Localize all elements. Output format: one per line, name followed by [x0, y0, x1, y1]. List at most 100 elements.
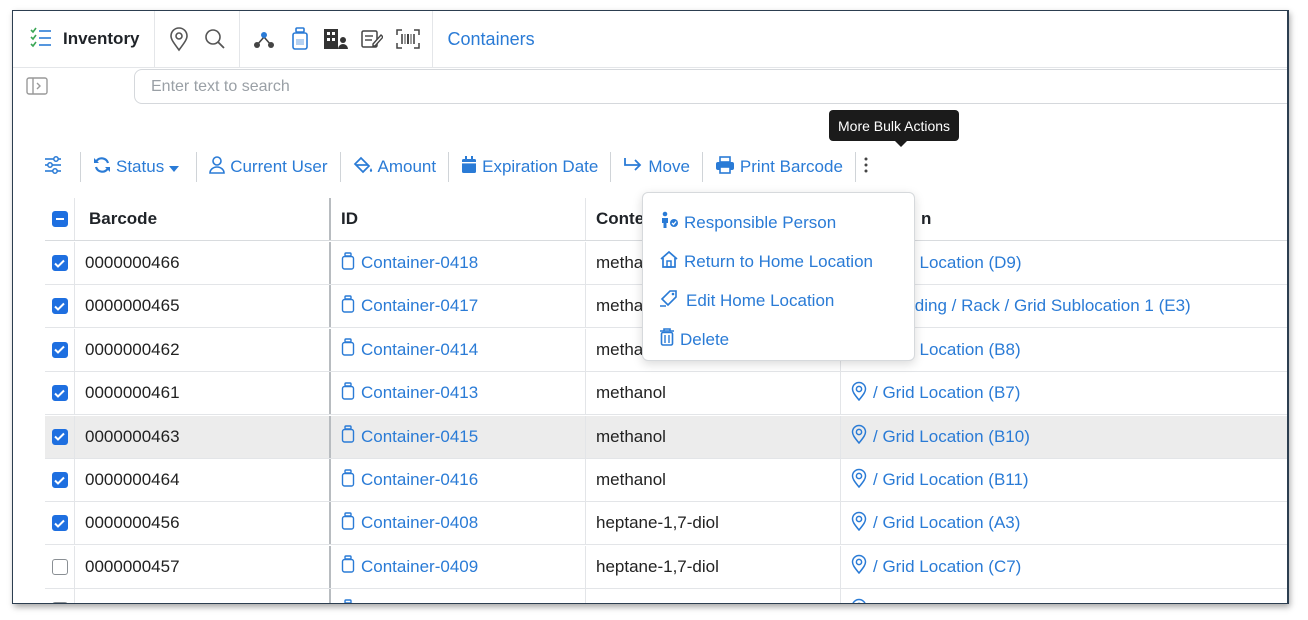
container-icon	[341, 512, 361, 535]
id-cell: Container-0415	[331, 415, 586, 458]
location-cell: / Grid Location (B11)	[841, 459, 1288, 501]
menu-item-responsible-person[interactable]: Responsible Person	[643, 203, 914, 242]
menu-item-edit-home-location[interactable]: Edit Home Location	[643, 281, 914, 320]
row-select-cell	[45, 415, 75, 458]
container-link[interactable]: Container-0416	[341, 468, 478, 492]
molecule-icon[interactable]	[246, 21, 282, 57]
search-icon[interactable]	[197, 21, 233, 57]
nav-entity-group	[240, 11, 433, 67]
row-checkbox[interactable]	[51, 428, 68, 445]
container-icon[interactable]	[282, 21, 318, 57]
container-link[interactable]: Container-0417	[341, 295, 478, 318]
container-icon	[341, 381, 361, 405]
row-select-cell	[45, 372, 75, 415]
amount-button[interactable]: Amount	[341, 151, 449, 183]
barcode-cell: 0000000462	[75, 328, 331, 371]
location-link[interactable]: / Grid Location (C7)	[851, 554, 1021, 579]
location-link[interactable]: l Location (B8)	[911, 340, 1021, 360]
table-row[interactable]: 0000000456 Container-0408 heptane-1,7-diol…	[45, 502, 1288, 546]
status-dropdown-button[interactable]: Status	[81, 151, 196, 183]
table-row[interactable]: 0000000461 Container-0413 methanol / Grid L…	[45, 372, 1288, 416]
barcode-cell: 0000000464	[75, 459, 331, 501]
container-icon	[341, 598, 361, 603]
location-pin-icon	[851, 598, 873, 603]
row-checkbox[interactable]	[51, 341, 68, 358]
id-cell: Container-0413	[331, 372, 586, 415]
location-link[interactable]: / Grid Location (B7)	[851, 381, 1020, 406]
column-header-barcode[interactable]: Barcode	[75, 198, 331, 240]
move-button[interactable]: Move	[611, 151, 702, 183]
print-barcode-button[interactable]: Print Barcode	[703, 151, 855, 183]
container-link[interactable]: Container-0408	[341, 512, 478, 535]
container-icon	[341, 251, 361, 275]
row-checkbox[interactable]	[51, 255, 68, 271]
app-window: Inventory Containers Enter text to searc…	[12, 10, 1288, 604]
building-user-icon[interactable]	[318, 21, 354, 57]
table-row[interactable]: 0000000457 Container-0409 heptane-1,7-diol…	[45, 545, 1288, 589]
column-header-id[interactable]: ID	[331, 198, 586, 240]
contents-cell: heptane-1,7-diol	[586, 545, 841, 588]
container-id: Container-0408	[361, 513, 479, 533]
container-link[interactable]: Container-0414	[341, 338, 478, 361]
person-check-icon	[659, 211, 684, 234]
row-checkbox[interactable]	[51, 472, 68, 488]
location-text: / Grid Location (B7)	[873, 383, 1021, 403]
location-pin-icon	[851, 424, 873, 449]
container-link[interactable]: Container-0409	[341, 555, 478, 578]
inventory-brand[interactable]: Inventory	[13, 11, 155, 67]
sidebar-toggle-icon[interactable]	[25, 75, 49, 97]
bulk-toolbar: Status Current User Amount Expiration Da…	[13, 147, 1288, 187]
row-select-cell	[45, 589, 75, 603]
container-icon	[341, 338, 361, 361]
inventory-list-icon	[29, 26, 53, 53]
table-row[interactable]: 0000000463 Container-0415 methanol / Grid L…	[45, 415, 1288, 459]
location-link[interactable]: l Location (D9)	[911, 253, 1022, 273]
container-id: Container-0415	[361, 426, 479, 446]
more-bulk-actions-tooltip: More Bulk Actions	[829, 110, 960, 147]
barcode-cell: 0000000465	[75, 285, 331, 328]
container-link[interactable]: Container-0411	[341, 598, 477, 603]
location-link[interactable]: / Grid Location (A3)	[851, 511, 1020, 536]
menu-item-delete[interactable]: Delete	[643, 320, 914, 359]
table-row[interactable]: 0000000459 Container-0411 heptane-1,7-diol…	[45, 589, 1288, 603]
table-row[interactable]: 0000000464 Container-0416 methanol / Grid L…	[45, 459, 1288, 502]
contents-cell: methanol	[586, 415, 841, 458]
container-id: Container-0418	[361, 253, 479, 272]
select-all-checkbox[interactable]	[51, 211, 68, 227]
location-text: / Grid Location (C8)	[873, 600, 1021, 603]
row-checkbox[interactable]	[51, 515, 68, 532]
row-checkbox[interactable]	[51, 602, 68, 603]
column-settings-button[interactable]	[13, 151, 80, 183]
contents-cell: heptane-1,7-diol	[586, 589, 841, 603]
location-cell: / Grid Location (A3)	[841, 502, 1288, 544]
location-pin-icon[interactable]	[161, 21, 197, 57]
row-checkbox[interactable]	[51, 385, 68, 402]
container-icon	[341, 468, 361, 492]
container-link[interactable]: Container-0413	[341, 381, 478, 405]
current-user-button[interactable]: Current User	[197, 151, 339, 183]
location-link[interactable]: / Grid Location (B11)	[851, 468, 1029, 493]
expiration-date-button[interactable]: Expiration Date	[449, 151, 610, 183]
barcode-scan-icon[interactable]	[390, 21, 426, 57]
container-link[interactable]: Container-0418	[341, 251, 479, 275]
print-barcode-label: Print Barcode	[739, 157, 843, 176]
row-checkbox[interactable]	[51, 558, 68, 575]
container-id: Container-0409	[361, 556, 479, 576]
location-pin-icon	[851, 468, 873, 493]
printer-icon	[715, 155, 740, 179]
notes-edit-icon[interactable]	[354, 21, 390, 57]
contents-cell: methanol	[586, 459, 841, 501]
contents-cell: heptane-1,7-diol	[586, 502, 841, 545]
breadcrumb-containers[interactable]: Containers	[448, 29, 535, 50]
container-link[interactable]: Container-0415	[341, 425, 478, 448]
location-pin-icon	[851, 554, 873, 579]
row-checkbox[interactable]	[51, 298, 68, 315]
location-text: / Grid Location (B10)	[873, 426, 1030, 446]
location-link[interactable]: lding / Rack / Grid Sublocation 1 (E3)	[911, 296, 1191, 316]
search-input[interactable]	[134, 69, 1288, 104]
more-bulk-actions-button[interactable]	[856, 151, 881, 183]
location-link[interactable]: / Grid Location (B10)	[851, 424, 1030, 449]
location-text: / Grid Location (B11)	[873, 470, 1029, 489]
location-link[interactable]: / Grid Location (C8)	[851, 598, 1021, 603]
menu-item-return-home[interactable]: Return to Home Location	[643, 242, 914, 281]
